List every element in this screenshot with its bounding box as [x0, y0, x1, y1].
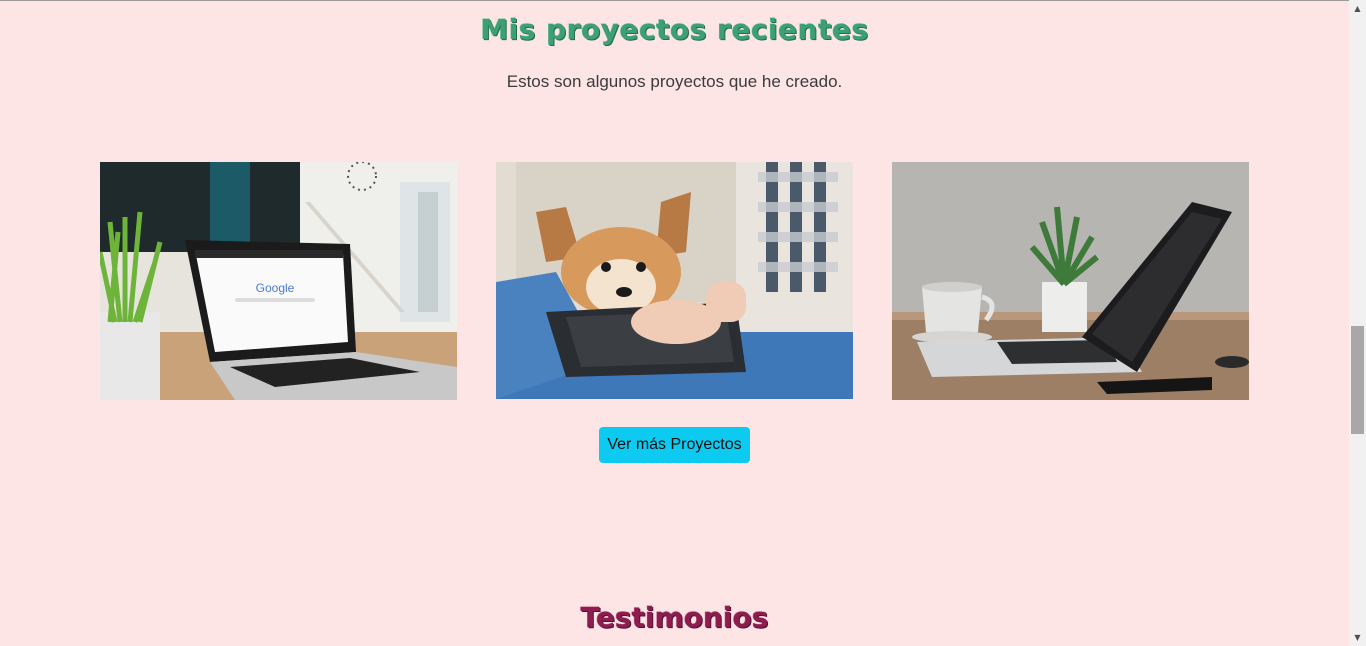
projects-subtitle: Estos son algunos proyectos que he cread…: [506, 72, 843, 91]
vertical-scrollbar[interactable]: ▲ ▼: [1349, 0, 1366, 646]
see-more-projects-button[interactable]: Ver más Proyectos: [599, 427, 750, 463]
project-image-laptop-google: Google: [100, 162, 457, 400]
project-image-laptop-plant-coffee: [892, 162, 1249, 400]
scrollbar-thumb[interactable]: [1351, 326, 1364, 434]
project-image-corgi-laptop: [496, 162, 853, 399]
scroll-up-arrow-icon[interactable]: ▲: [1349, 0, 1366, 17]
google-logo-text: Google: [256, 281, 295, 295]
scroll-down-arrow-icon[interactable]: ▼: [1349, 629, 1366, 646]
projects-title: Mis proyectos recientes: [480, 13, 869, 46]
testimonials-title: Testimonios: [580, 601, 769, 634]
page: Mis proyectos recientes Estos son alguno…: [0, 0, 1349, 646]
